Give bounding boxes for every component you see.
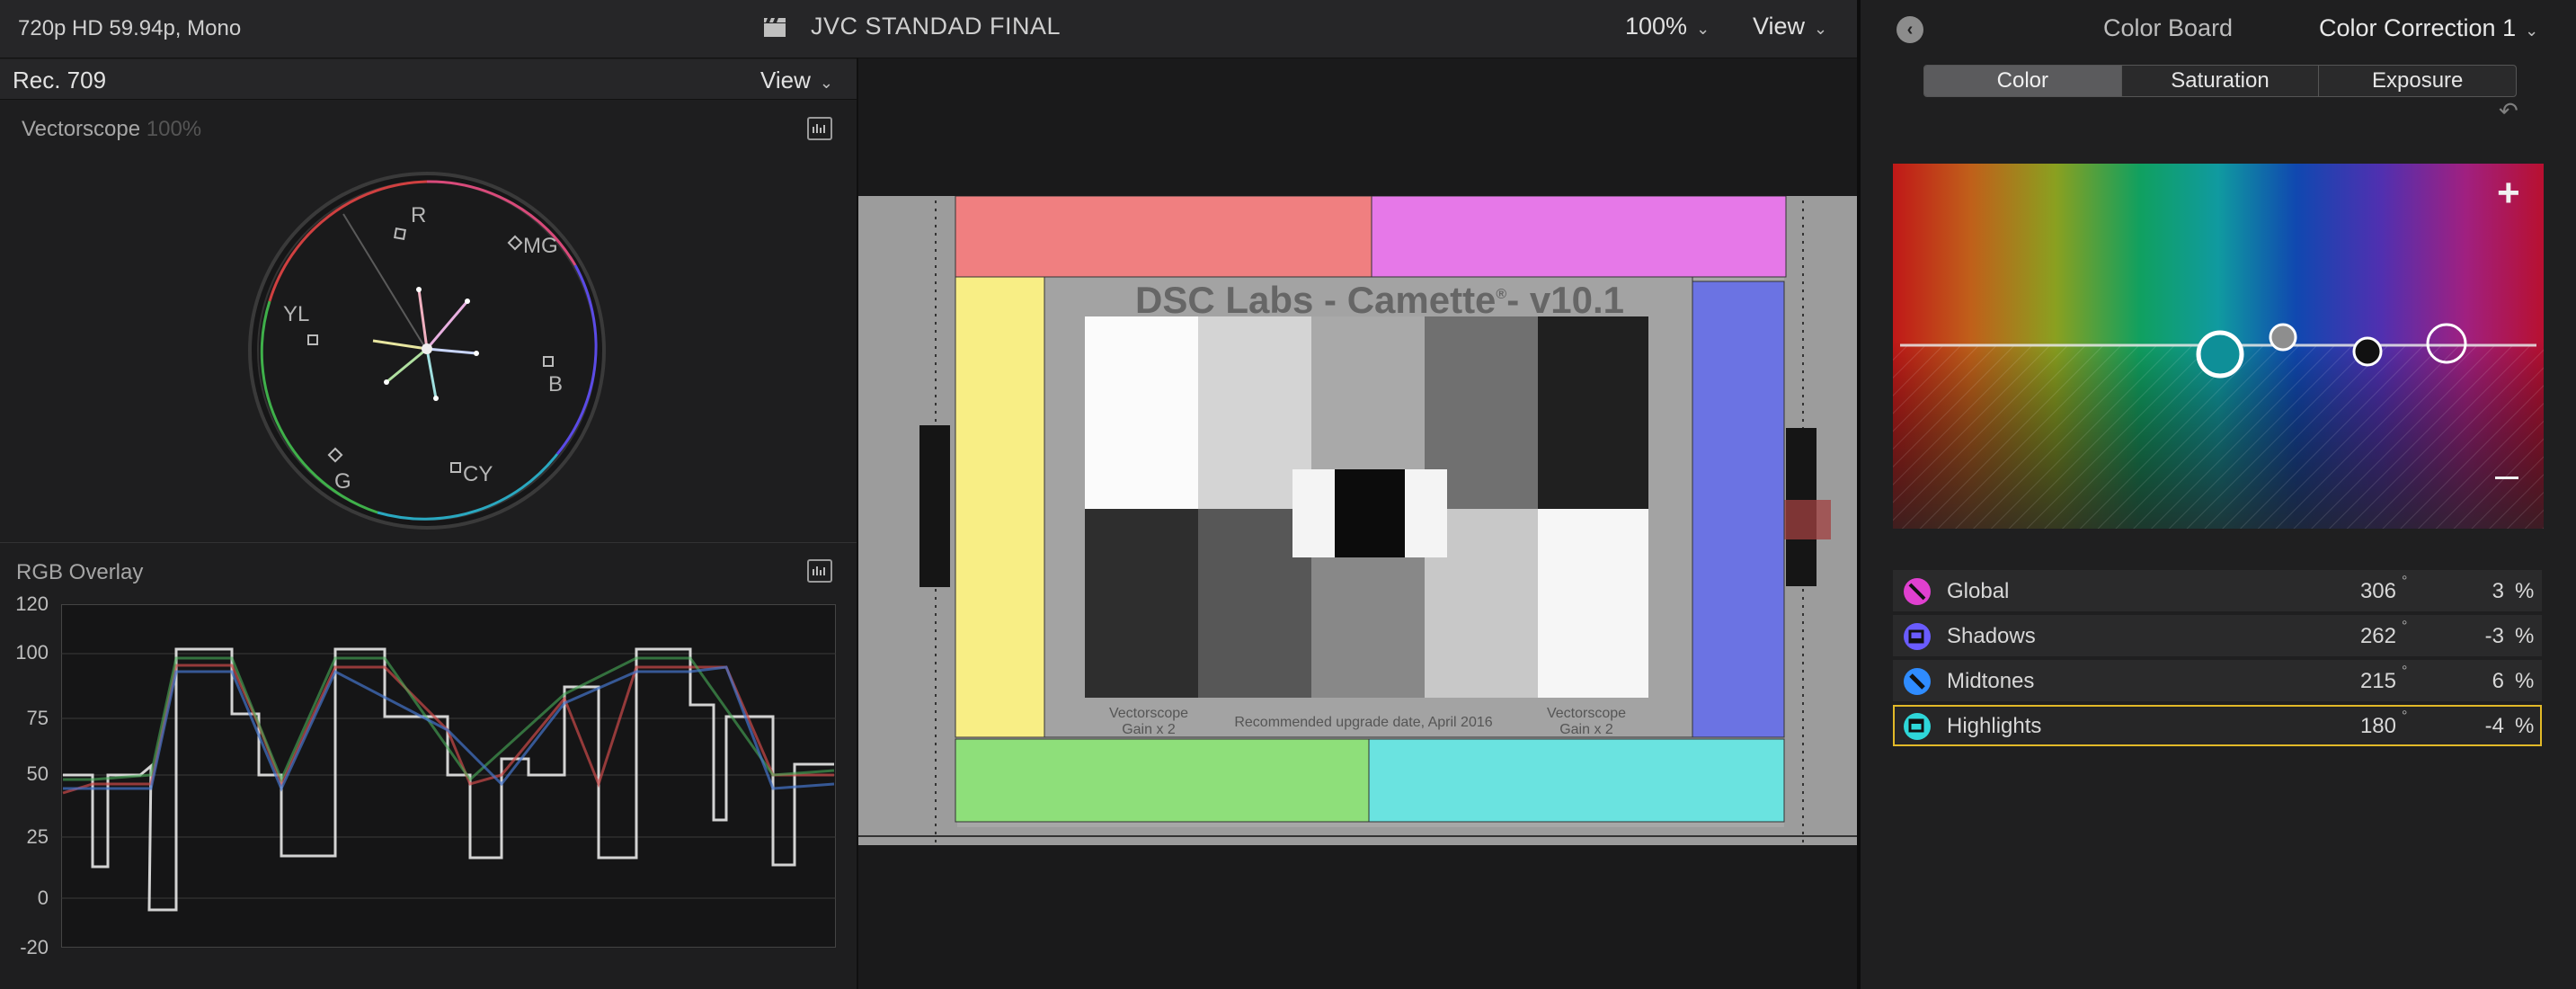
row-amount[interactable]: -3 <box>2450 624 2504 649</box>
zoom-value: 100% <box>1625 13 1688 40</box>
row-amount[interactable]: 3 <box>2450 579 2504 604</box>
row-name: Midtones <box>1947 669 2035 693</box>
vectorscope-graph: R MG YL B G CY <box>248 172 606 530</box>
caption-right-1: Vectorscope <box>1547 706 1626 721</box>
vectorscope-settings-icon[interactable] <box>807 117 832 140</box>
row-highlights[interactable]: Highlights 180 ° -4 % <box>1893 705 2542 746</box>
shadows-icon <box>1904 623 1931 650</box>
vectorscope-target-cy: CY <box>463 462 493 486</box>
chevron-down-icon: ⌄ <box>1814 20 1828 38</box>
row-hue[interactable]: 262 <box>2324 624 2396 649</box>
vectorscope-target-g: G <box>334 469 351 494</box>
format-label: 720p HD 59.94p, Mono <box>18 16 242 40</box>
row-amount[interactable]: 6 <box>2450 669 2504 694</box>
row-midtones[interactable]: Midtones 215 ° 6 % <box>1893 660 2542 701</box>
row-hue[interactable]: 180 <box>2324 714 2396 739</box>
scopes-view-label: View <box>760 67 811 94</box>
highlights-icon <box>1904 713 1931 740</box>
row-shadows[interactable]: Shadows 262 ° -3 % <box>1893 615 2542 656</box>
percent-symbol: % <box>2515 579 2535 603</box>
rgb-overlay-title: RGB Overlay <box>16 560 144 584</box>
viewer-view-menu[interactable]: View ⌄ <box>1753 13 1827 40</box>
rgb-y-tick: 120 <box>15 593 49 615</box>
rgb-y-tick: 100 <box>15 641 49 664</box>
degree-symbol: ° <box>2402 664 2408 679</box>
tab-saturation[interactable]: Saturation <box>2122 66 2320 96</box>
vectorscope-label: Vectorscope <box>22 117 141 141</box>
rgb-y-tick: 50 <box>26 762 49 785</box>
degree-symbol: ° <box>2402 619 2408 634</box>
percent-symbol: % <box>2515 714 2535 738</box>
rgb-overlay-waveform <box>61 604 836 948</box>
minus-icon <box>2495 477 2518 479</box>
rgb-y-tick: 25 <box>26 825 49 848</box>
color-board-title: Color Board <box>2103 14 2234 41</box>
color-board[interactable] <box>1893 164 2544 529</box>
colorspace-label: Rec. 709 <box>13 67 107 94</box>
chevron-down-icon: ⌄ <box>819 74 833 92</box>
rgb-y-tick: 0 <box>37 887 49 909</box>
clapperboard-icon <box>762 16 787 38</box>
vectorscope-target-r: R <box>411 203 426 227</box>
row-name: Global <box>1947 579 2010 603</box>
tab-color[interactable]: Color <box>1924 66 2122 96</box>
degree-symbol: ° <box>2402 708 2408 724</box>
row-hue[interactable]: 306 <box>2324 579 2396 604</box>
chevron-down-icon: ⌄ <box>2525 22 2539 40</box>
rgb-overlay-settings-icon[interactable] <box>807 559 832 583</box>
correction-label: Color Correction 1 <box>2319 14 2517 41</box>
color-board-tabs: Color Saturation Exposure <box>1923 65 2517 97</box>
reset-icon[interactable]: ↶ <box>2499 97 2518 125</box>
back-button[interactable]: ‹ <box>1896 16 1923 43</box>
plus-icon: + <box>2497 171 2520 215</box>
row-amount[interactable]: -4 <box>2450 714 2504 739</box>
vectorscope-target-mg: MG <box>523 234 558 258</box>
scope-divider <box>0 542 857 543</box>
scopes-view-menu[interactable]: View ⌄ <box>760 67 833 94</box>
row-name: Highlights <box>1947 714 2042 738</box>
zoom-menu[interactable]: 100% ⌄ <box>1625 13 1710 40</box>
percent-symbol: % <box>2515 669 2535 693</box>
percent-symbol: % <box>2515 624 2535 648</box>
chart-title: DSC Labs - Camette®- v10.1 <box>1135 279 1624 321</box>
project-title: JVC STANDAD FINAL <box>811 13 1061 40</box>
vectorscope-title: Vectorscope 100% <box>22 117 201 142</box>
global-puck[interactable] <box>2196 330 2244 379</box>
rgb-y-tick: 75 <box>26 707 49 729</box>
degree-symbol: ° <box>2402 574 2408 589</box>
caption-left-2: Gain x 2 <box>1122 722 1176 737</box>
chevron-left-icon: ‹ <box>1906 20 1914 40</box>
vectorscope-target-yl: YL <box>283 302 309 326</box>
midtones-puck[interactable] <box>2352 336 2383 367</box>
test-chart-image: DSC Labs - Camette®- v10.1 Vectorscope G… <box>858 196 1858 845</box>
caption-center: Recommended upgrade date, April 2016 <box>1234 715 1492 730</box>
correction-menu[interactable]: Color Correction 1 ⌄ <box>2319 14 2538 42</box>
row-hue[interactable]: 215 <box>2324 669 2396 694</box>
view-label: View <box>1753 13 1806 40</box>
caption-left-1: Vectorscope <box>1109 706 1188 721</box>
tab-exposure[interactable]: Exposure <box>2319 66 2516 96</box>
scopes-header <box>0 59 857 100</box>
caption-right-2: Gain x 2 <box>1559 722 1613 737</box>
vectorscope-target-b: B <box>548 372 563 396</box>
shadows-puck[interactable] <box>2269 323 2297 352</box>
row-name: Shadows <box>1947 624 2036 648</box>
rgb-y-tick: -20 <box>20 936 49 958</box>
vectorscope-percent: 100% <box>146 117 202 141</box>
row-global[interactable]: Global 306 ° 3 % <box>1893 570 2542 611</box>
chevron-down-icon: ⌄ <box>1696 20 1710 38</box>
midtones-icon <box>1904 668 1931 695</box>
global-icon <box>1904 578 1931 605</box>
